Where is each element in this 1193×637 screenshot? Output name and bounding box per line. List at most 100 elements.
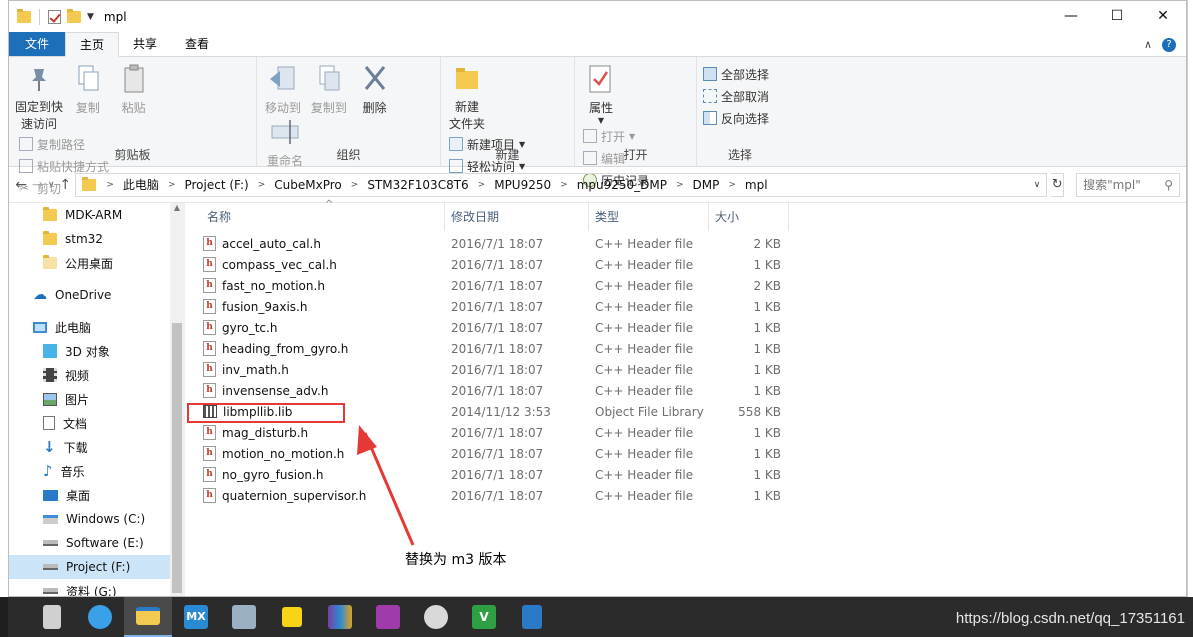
drive-icon: [43, 564, 58, 570]
sticky-notes-icon[interactable]: [268, 597, 316, 637]
new-folder-icon: [452, 63, 482, 95]
close-button[interactable]: ✕: [1140, 1, 1186, 31]
file-explorer-icon[interactable]: [124, 597, 172, 637]
nav-item-pictures[interactable]: 图片: [9, 387, 184, 411]
delete-button[interactable]: 删除: [355, 63, 395, 116]
nav-item-mdk-arm[interactable]: MDK-ARM: [9, 203, 184, 227]
winrar-icon[interactable]: [316, 597, 364, 637]
breadcrumb-item[interactable]: CubeMxPro: [274, 178, 341, 192]
invert-selection-button[interactable]: 反向选择: [703, 107, 769, 129]
pdf-app-icon[interactable]: [28, 597, 76, 637]
breadcrumb-item[interactable]: mpl: [745, 178, 768, 192]
maximize-button[interactable]: ☐: [1094, 1, 1140, 31]
folder-icon: [17, 9, 31, 23]
header-file-icon: h: [203, 467, 216, 482]
file-size: 1 KB: [753, 467, 781, 482]
onenote-icon[interactable]: [364, 597, 412, 637]
properties-button[interactable]: 属性 ▼: [581, 63, 621, 125]
navigation-pane: MDK-ARM stm32 公用桌面 ☁ OneDrive 此电脑 3D 对象 视…: [9, 203, 185, 596]
drive-icon: [43, 588, 58, 594]
image-viewer-icon[interactable]: [220, 597, 268, 637]
file-row[interactable]: h fast_no_motion.h 2016/7/1 18:07 C++ Heade…: [185, 275, 1186, 296]
new-folder-icon[interactable]: [67, 9, 81, 23]
open-button[interactable]: 打开 ▼: [583, 125, 649, 147]
file-size: 1 KB: [753, 341, 781, 356]
move-to-button[interactable]: 移动到: [263, 63, 303, 116]
breadcrumb-item[interactable]: STM32F103C8T6: [367, 178, 468, 192]
nav-item-documents[interactable]: 文档: [9, 411, 184, 435]
file-row[interactable]: h inv_math.h 2016/7/1 18:07 C++ Header file…: [185, 359, 1186, 380]
nav-item-music[interactable]: ♪ 音乐: [9, 459, 184, 483]
nav-item-stm32[interactable]: stm32: [9, 227, 184, 251]
copy-to-button[interactable]: 复制到: [307, 63, 351, 116]
breadcrumb-item[interactable]: Project (F:): [184, 178, 248, 192]
file-row[interactable]: h invensense_adv.h 2016/7/1 18:07 C++ Heade…: [185, 380, 1186, 401]
header-file-icon: h: [203, 446, 216, 461]
breadcrumb-item[interactable]: MPU9250: [494, 178, 551, 192]
minimize-button[interactable]: —: [1048, 1, 1094, 31]
breadcrumb-item[interactable]: mpu9250_DMP: [577, 178, 667, 192]
visual-studio-icon[interactable]: V: [460, 597, 508, 637]
collapse-ribbon-chevron-icon[interactable]: ∧: [1144, 38, 1152, 52]
open-group: 属性 ▼ 打开 ▼ 编辑 历史记录 打开: [575, 57, 697, 188]
nav-item-public-desktop[interactable]: 公用桌面: [9, 251, 184, 275]
tab-view[interactable]: 查看: [171, 32, 223, 56]
nav-item-videos[interactable]: 视频: [9, 363, 184, 387]
file-row[interactable]: h fusion_9axis.h 2016/7/1 18:07 C++ Header …: [185, 296, 1186, 317]
nav-item-drive-c[interactable]: Windows (C:): [9, 507, 184, 531]
file-date: 2016/7/1 18:07: [451, 257, 544, 272]
file-date: 2016/7/1 18:07: [451, 488, 544, 503]
column-header-type[interactable]: 类型: [589, 203, 709, 231]
nav-item-3d-objects[interactable]: 3D 对象: [9, 339, 184, 363]
refresh-icon[interactable]: ↻: [1051, 172, 1065, 197]
nav-item-drive-f[interactable]: Project (F:): [9, 555, 184, 579]
cube-icon: [43, 344, 57, 358]
open-group-label: 打开: [623, 148, 648, 162]
tab-share[interactable]: 共享: [119, 32, 171, 56]
file-row[interactable]: h gyro_tc.h 2016/7/1 18:07 C++ Header file 1…: [185, 317, 1186, 338]
copy-button[interactable]: 复制: [67, 63, 109, 116]
new-folder-button[interactable]: 新建 文件夹: [447, 63, 487, 133]
file-size: 1 KB: [753, 320, 781, 335]
column-header-size[interactable]: 大小: [709, 203, 789, 231]
select-none-button[interactable]: 全部取消: [703, 85, 769, 107]
pin-quick-access-button[interactable]: 固定到快 速访问: [15, 63, 63, 133]
search-input[interactable]: 搜索"mpl" ⚲: [1076, 172, 1181, 197]
background-window-strip-right: [1187, 0, 1193, 597]
scroll-up-icon[interactable]: ▲: [170, 203, 184, 217]
calculator-icon[interactable]: [508, 597, 556, 637]
tab-file[interactable]: 文件: [9, 32, 66, 56]
file-row[interactable]: h accel_auto_cal.h 2016/7/1 18:07 C++ Heade…: [185, 233, 1186, 254]
mx-app-icon[interactable]: MX: [172, 597, 220, 637]
help-icon[interactable]: ?: [1162, 38, 1176, 52]
avatar-app-icon[interactable]: [412, 597, 460, 637]
document-icon: [43, 416, 55, 430]
column-header-name[interactable]: 名称: [185, 203, 445, 231]
copy-icon: [73, 63, 103, 95]
file-date: 2016/7/1 18:07: [451, 236, 544, 251]
nav-item-desktop[interactable]: 桌面: [9, 483, 184, 507]
file-row[interactable]: h compass_vec_cal.h 2016/7/1 18:07 C++ Head…: [185, 254, 1186, 275]
properties-icon[interactable]: [48, 10, 61, 24]
nav-item-drive-g[interactable]: 资料 (G:): [9, 579, 184, 596]
address-bar[interactable]: > 此电脑 > Project (F:) > CubeMxPro > STM32F10…: [75, 172, 1048, 197]
nav-item-this-pc[interactable]: 此电脑: [9, 315, 184, 339]
navigation-scrollbar[interactable]: ▲: [170, 203, 184, 596]
breadcrumb-item[interactable]: 此电脑: [123, 176, 159, 193]
breadcrumb-item[interactable]: DMP: [693, 178, 720, 192]
picture-icon: [43, 392, 57, 406]
file-row[interactable]: h heading_from_gyro.h 2016/7/1 18:07 C++ He…: [185, 338, 1186, 359]
customize-toolbar-chevron-icon[interactable]: ▼: [87, 12, 94, 22]
nav-item-drive-e[interactable]: Software (E:): [9, 531, 184, 555]
select-all-button[interactable]: 全部选择: [703, 63, 769, 85]
nav-item-downloads[interactable]: ↓ 下载: [9, 435, 184, 459]
edge-browser-icon[interactable]: [76, 597, 124, 637]
column-header-date[interactable]: 修改日期: [445, 203, 589, 231]
window-controls: — ☐ ✕: [1048, 1, 1186, 31]
paste-button[interactable]: 粘贴: [113, 63, 155, 116]
nav-item-onedrive[interactable]: ☁ OneDrive: [9, 283, 184, 307]
clipboard-group-label: 剪贴板: [114, 148, 151, 162]
address-history-chevron-icon[interactable]: ∨: [1034, 180, 1041, 190]
tab-home[interactable]: 主页: [65, 32, 120, 57]
scrollbar-thumb[interactable]: [172, 323, 182, 593]
